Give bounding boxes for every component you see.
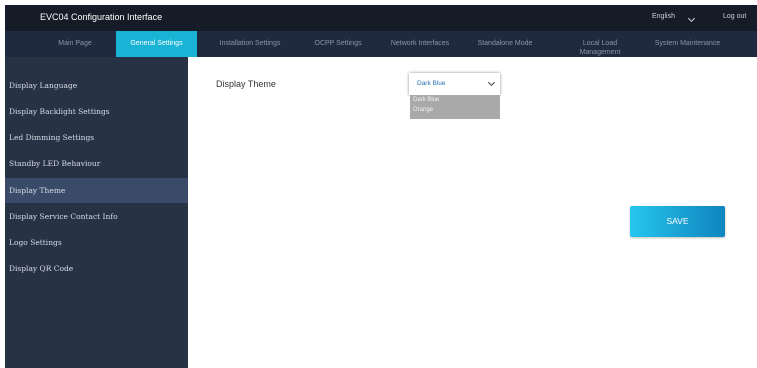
display-theme-select[interactable]: Dark Blue xyxy=(409,73,500,95)
sidebar-item-standby-led-behaviour[interactable]: Standby LED Behaviour xyxy=(5,151,188,176)
display-theme-label: Display Theme xyxy=(216,79,276,89)
logout-link[interactable]: Log out xyxy=(723,13,746,20)
sidebar-item-logo-settings[interactable]: Logo Settings xyxy=(5,230,188,255)
tab-general-settings[interactable]: General Settings xyxy=(116,31,197,57)
app-title: EVC04 Configuration Interface xyxy=(40,12,163,22)
tab-ocpp-settings[interactable]: OCPP Settings xyxy=(302,31,374,57)
tab-network-interfaces[interactable]: Network Interfaces xyxy=(375,31,465,57)
tab-standalone-mode[interactable]: Standalone Mode xyxy=(461,31,549,57)
theme-option-dark-blue[interactable]: Dark Blue xyxy=(413,97,439,103)
sidebar: Display Language Display Backlight Setti… xyxy=(5,57,188,368)
sidebar-item-display-theme[interactable]: Display Theme xyxy=(5,178,188,203)
tab-main-page[interactable]: Main Page xyxy=(40,31,110,57)
tab-system-maintenance[interactable]: System Maintenance xyxy=(640,31,735,57)
top-bar: EVC04 Configuration Interface English Lo… xyxy=(5,5,757,31)
chevron-down-icon[interactable] xyxy=(687,14,696,23)
tab-local-load-management[interactable]: Local Load Management xyxy=(570,31,630,57)
theme-option-orange[interactable]: Orange xyxy=(413,107,433,113)
sidebar-item-display-qr-code[interactable]: Display QR Code xyxy=(5,256,188,281)
sidebar-item-display-service-contact-info[interactable]: Display Service Contact Info xyxy=(5,204,188,229)
save-button[interactable]: SAVE xyxy=(630,206,725,237)
main-nav: Main Page General Settings Installation … xyxy=(5,31,757,57)
sidebar-item-display-backlight-settings[interactable]: Display Backlight Settings xyxy=(5,99,188,124)
tab-installation-settings[interactable]: Installation Settings xyxy=(205,31,295,57)
chevron-down-icon xyxy=(487,78,496,87)
sidebar-item-display-language[interactable]: Display Language xyxy=(5,73,188,98)
language-select[interactable]: English xyxy=(652,13,675,20)
theme-options-list: Dark Blue Orange xyxy=(410,95,500,119)
selected-theme-value: Dark Blue xyxy=(417,80,446,87)
sidebar-item-led-dimming-settings[interactable]: Led Dimming Settings xyxy=(5,125,188,150)
